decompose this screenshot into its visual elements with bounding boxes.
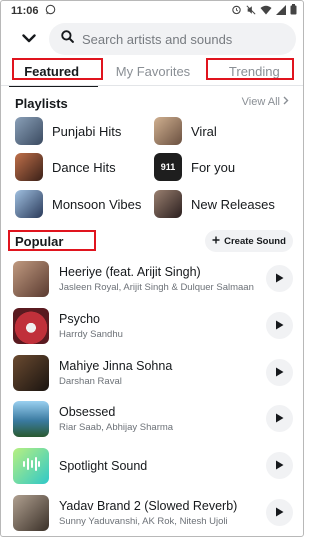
playlist-label: Punjabi Hits — [52, 123, 122, 139]
chevron-down-icon — [22, 30, 36, 48]
song-artwork — [13, 308, 49, 344]
play-icon — [275, 270, 284, 288]
search-placeholder: Search artists and sounds — [82, 31, 233, 47]
tab-featured[interactable]: Featured — [1, 57, 102, 87]
song-row-spotlight-sound[interactable]: Spotlight Sound — [1, 446, 303, 486]
create-sound-button[interactable]: Create Sound — [205, 230, 293, 252]
song-artwork — [13, 355, 49, 391]
chevron-right-icon — [283, 96, 289, 108]
popular-heading: Popular — [15, 234, 64, 249]
play-button[interactable] — [266, 452, 293, 479]
view-all-link[interactable]: View All — [242, 96, 289, 108]
playlist-label: New Releases — [191, 196, 275, 212]
song-title: Yadav Brand 2 (Slowed Reverb) — [59, 499, 238, 513]
play-button[interactable] — [266, 499, 293, 526]
playlist-thumbnail — [15, 117, 43, 145]
playlist-thumbnail — [154, 190, 182, 218]
playlist-label: For you — [191, 159, 236, 175]
playlist-new-releases[interactable]: New Releases — [154, 190, 275, 218]
song-info: Heeriye (feat. Arijit Singh) Jasleen Roy… — [59, 265, 265, 293]
play-button[interactable] — [266, 405, 293, 432]
play-icon — [275, 317, 284, 335]
playlist-dance-hits[interactable]: Dance Hits — [15, 153, 116, 181]
song-title: Mahiye Jinna Sohna — [59, 359, 173, 373]
song-title: Psycho — [59, 312, 100, 326]
playlist-label: Viral — [191, 123, 217, 139]
playlist-thumbnail: 911 — [154, 153, 182, 181]
song-row-mahiye-jinna-sohna[interactable]: Mahiye Jinna Sohna Darshan Raval — [1, 353, 303, 393]
playlist-thumbnail-art: 911 — [160, 162, 176, 172]
signal-icon — [276, 4, 286, 18]
tabs-divider — [1, 85, 303, 86]
tab-my-favorites[interactable]: My Favorites — [102, 57, 203, 85]
search-icon — [61, 30, 74, 48]
alarm-icon — [231, 4, 242, 18]
song-info: Spotlight Sound — [59, 459, 265, 473]
mute-icon — [246, 4, 256, 18]
create-sound-label: Create Sound — [224, 235, 286, 247]
play-button[interactable] — [266, 359, 293, 386]
tab-bar: Featured My Favorites Trending — [1, 57, 303, 87]
song-title: Spotlight Sound — [59, 459, 148, 473]
song-artist: Darshan Raval — [59, 376, 122, 387]
play-button[interactable] — [266, 312, 293, 339]
song-info: Obsessed Riar Saab, Abhijay Sharma — [59, 405, 265, 433]
song-artist: Jasleen Royal, Arijit Singh & Dulquer Sa… — [59, 282, 254, 293]
tab-trending[interactable]: Trending — [204, 57, 303, 85]
collapse-button[interactable] — [15, 25, 43, 53]
playlist-viral[interactable]: Viral — [154, 117, 217, 145]
whatsapp-icon — [45, 4, 56, 18]
status-time: 11:06 — [11, 5, 39, 17]
plus-icon — [212, 236, 220, 247]
search-input[interactable]: Search artists and sounds — [49, 23, 296, 55]
view-all-label: View All — [241, 96, 280, 108]
playlist-thumbnail — [15, 153, 43, 181]
status-icons — [231, 4, 297, 18]
song-artist: Harrdy Sandhu — [59, 329, 123, 340]
playlist-thumbnail — [15, 190, 43, 218]
waveform-icon — [22, 456, 40, 476]
playlist-punjabi-hits[interactable]: Punjabi Hits — [15, 117, 121, 145]
music-picker-screen: 11:06 Search artists and sounds Featured — [0, 0, 304, 537]
song-artwork — [13, 261, 49, 297]
play-icon — [275, 364, 284, 382]
battery-icon — [290, 4, 297, 18]
playlists-heading: Playlists — [15, 96, 68, 111]
song-artist: Riar Saab, Abhijay Sharma — [59, 422, 174, 433]
song-info: Yadav Brand 2 (Slowed Reverb) Sunny Yadu… — [59, 499, 265, 527]
playlist-monsoon-vibes[interactable]: Monsoon Vibes — [15, 190, 141, 218]
song-title: Heeriye (feat. Arijit Singh) — [59, 265, 201, 279]
song-row-yadav-brand-2[interactable]: Yadav Brand 2 (Slowed Reverb) Sunny Yadu… — [1, 493, 303, 533]
play-icon — [275, 410, 284, 428]
playlist-label: Monsoon Vibes — [52, 196, 142, 212]
play-icon — [275, 457, 284, 475]
song-artwork — [13, 401, 49, 437]
song-row-heeriye[interactable]: Heeriye (feat. Arijit Singh) Jasleen Roy… — [1, 259, 303, 299]
song-artwork — [13, 495, 49, 531]
song-info: Psycho Harrdy Sandhu — [59, 312, 265, 340]
wifi-icon — [260, 5, 272, 18]
song-title: Obsessed — [59, 405, 116, 419]
song-artist: Sunny Yaduvanshi, AK Rok, Nitesh Ujoli — [59, 516, 228, 527]
search-row: Search artists and sounds — [1, 23, 303, 55]
song-row-psycho[interactable]: Psycho Harrdy Sandhu — [1, 306, 303, 346]
song-artwork — [13, 448, 49, 484]
status-bar: 11:06 — [1, 1, 303, 21]
playlist-for-you[interactable]: 911 For you — [154, 153, 235, 181]
play-button[interactable] — [266, 265, 293, 292]
song-info: Mahiye Jinna Sohna Darshan Raval — [59, 359, 265, 387]
song-row-obsessed[interactable]: Obsessed Riar Saab, Abhijay Sharma — [1, 399, 303, 439]
play-icon — [275, 504, 284, 522]
playlist-label: Dance Hits — [52, 159, 116, 175]
playlist-thumbnail — [154, 117, 182, 145]
